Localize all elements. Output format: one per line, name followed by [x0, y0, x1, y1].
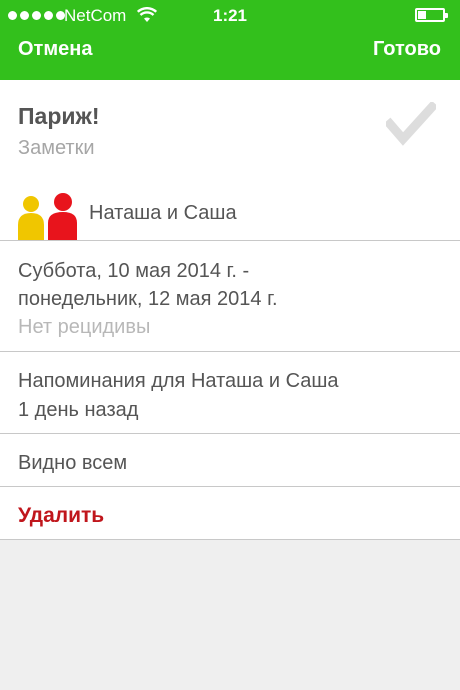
event-title[interactable]: Париж! — [18, 103, 99, 130]
reminder-time[interactable]: 1 день назад — [18, 399, 138, 422]
divider — [0, 240, 460, 241]
divider — [0, 486, 460, 487]
participants-label[interactable]: Наташа и Саша — [89, 202, 237, 225]
recurrence-label[interactable]: Нет рецидивы — [18, 316, 150, 339]
status-time: 1:21 — [212, 6, 248, 25]
checkmark-icon[interactable] — [386, 102, 436, 146]
cancel-button[interactable]: Отмена — [18, 38, 92, 61]
delete-button[interactable]: Удалить — [18, 504, 104, 528]
divider — [0, 433, 460, 434]
status-bar: NetCom 1:21 — [0, 0, 460, 32]
battery-icon — [415, 8, 448, 22]
notes-field[interactable]: Заметки — [18, 137, 95, 160]
event-details: Париж! Заметки Наташа и Саша Суббота, 10… — [0, 80, 460, 540]
date-range-end[interactable]: понедельник, 12 мая 2014 г. — [18, 288, 278, 311]
visibility-setting[interactable]: Видно всем — [18, 452, 127, 475]
people-icon — [18, 193, 77, 241]
reminder-title[interactable]: Напоминания для Наташа и Саша — [18, 370, 339, 393]
header: NetCom 1:21 Отмена Готово — [0, 0, 460, 80]
divider — [0, 539, 460, 540]
date-range-start[interactable]: Суббота, 10 мая 2014 г. - — [18, 260, 249, 283]
done-button[interactable]: Готово — [373, 38, 441, 61]
divider — [0, 351, 460, 352]
